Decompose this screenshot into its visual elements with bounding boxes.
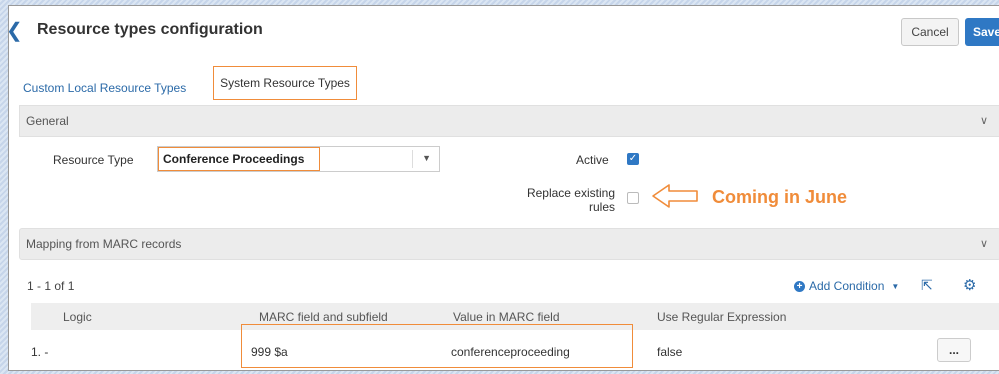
- add-condition-label: Add Condition: [809, 279, 885, 293]
- resource-type-select[interactable]: Conference Proceedings ▼: [157, 146, 440, 172]
- save-button[interactable]: Save: [965, 18, 999, 46]
- page-frame: ❮ Resource types configuration Cancel Sa…: [8, 5, 999, 371]
- arrow-left-icon: [652, 184, 698, 208]
- add-condition-button[interactable]: + Add Condition ▼: [794, 279, 899, 293]
- column-header-value: Value in MARC field: [453, 310, 560, 324]
- caret-down-icon: ▼: [891, 281, 900, 291]
- highlight-box: [241, 324, 633, 368]
- gear-icon[interactable]: ⚙: [963, 276, 976, 294]
- general-section-header[interactable]: General ∨: [19, 105, 999, 137]
- replace-label-line1: Replace existing: [526, 186, 615, 200]
- page-title: Resource types configuration: [37, 21, 263, 38]
- general-section-label: General: [26, 114, 69, 128]
- mapping-section-header[interactable]: Mapping from MARC records ∨: [19, 228, 999, 260]
- plus-circle-icon: +: [794, 280, 805, 292]
- column-header-logic: Logic: [63, 310, 92, 324]
- resource-type-value: Conference Proceedings: [158, 147, 320, 171]
- select-divider: [412, 150, 413, 168]
- export-icon[interactable]: ⇱: [921, 277, 933, 294]
- active-label: Active: [576, 153, 609, 167]
- resource-type-label: Resource Type: [53, 153, 134, 167]
- cell-regex: false: [657, 345, 683, 359]
- caret-down-icon[interactable]: ▼: [422, 153, 431, 163]
- tab-system-resource-types[interactable]: System Resource Types: [213, 66, 357, 100]
- replace-existing-rules-label: Replace existing rules: [523, 186, 615, 214]
- chevron-left-icon[interactable]: ❮: [9, 18, 23, 43]
- cell-logic: 1. -: [31, 345, 49, 359]
- mapping-section-label: Mapping from MARC records: [26, 237, 182, 251]
- cancel-button[interactable]: Cancel: [901, 18, 959, 46]
- row-actions-button[interactable]: ...: [937, 338, 971, 362]
- tab-custom-local-resource-types[interactable]: Custom Local Resource Types: [23, 81, 186, 95]
- replace-label-line2: rules: [588, 200, 615, 214]
- replace-existing-rules-checkbox[interactable]: [627, 192, 639, 204]
- page-header: ❮ Resource types configuration Cancel Sa…: [9, 6, 999, 56]
- column-header-marc-field: MARC field and subfield: [259, 310, 388, 324]
- active-checkbox[interactable]: ✓: [627, 153, 639, 165]
- chevron-down-icon[interactable]: ∨: [980, 237, 988, 250]
- chevron-down-icon[interactable]: ∨: [980, 114, 988, 127]
- column-header-regex: Use Regular Expression: [657, 310, 787, 324]
- coming-in-june-annotation: Coming in June: [712, 187, 847, 207]
- record-count: 1 - 1 of 1: [27, 279, 75, 293]
